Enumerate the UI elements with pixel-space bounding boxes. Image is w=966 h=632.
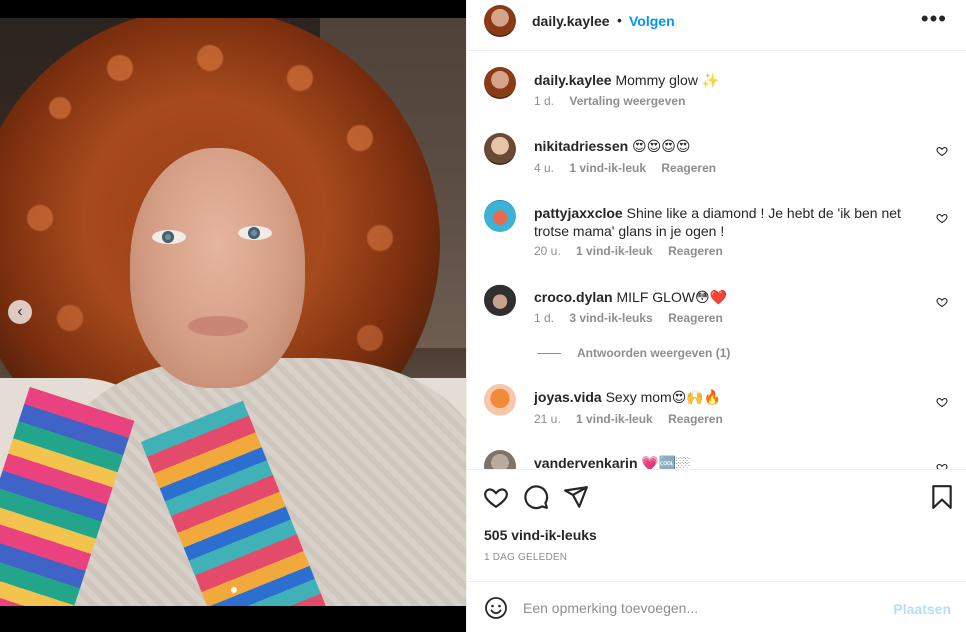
comment-likes[interactable]: 3 vind-ik-leuks (569, 311, 652, 325)
post-actions: 505 vind-ik-leuks 1 DAG GELEDEN (467, 469, 966, 581)
comments-list[interactable]: daily.kaylee Mommy glow ✨ 1 d. Vertaling… (467, 52, 966, 469)
avatar[interactable] (484, 67, 516, 99)
comment-input[interactable] (523, 594, 883, 622)
comment-composer: Plaatsen (467, 581, 966, 632)
reply-button[interactable]: Reageren (668, 244, 723, 258)
reply-button[interactable]: Reageren (668, 311, 723, 325)
heart-icon[interactable] (936, 462, 948, 469)
comment-time[interactable]: 21 u. (534, 412, 561, 426)
post-date[interactable]: 1 DAG GELEDEN (484, 552, 567, 563)
comment-meta: 21 u. 1 vind-ik-leuk Reageren (534, 412, 735, 426)
author-avatar[interactable] (484, 5, 516, 37)
comment-meta: 20 u. 1 vind-ik-leuk Reageren (534, 244, 735, 258)
heart-icon[interactable] (936, 396, 948, 408)
caption-username[interactable]: daily.kaylee (534, 72, 612, 88)
heart-icon[interactable] (936, 296, 948, 308)
comment-text: joyas.vida Sexy mom😍🙌🔥 (534, 388, 919, 406)
avatar[interactable] (484, 284, 516, 316)
comment-body: Sexy mom😍🙌🔥 (605, 389, 722, 405)
avatar[interactable] (484, 200, 516, 232)
comment-username[interactable]: joyas.vida (534, 389, 602, 405)
comment-time[interactable]: 4 u. (534, 161, 554, 175)
bookmark-icon[interactable] (929, 484, 955, 510)
caption-meta: 1 d. Vertaling weergeven (534, 94, 697, 108)
comment-username[interactable]: pattyjaxxcloe (534, 205, 623, 221)
reply-button[interactable]: Reageren (668, 412, 723, 426)
post-comment-button[interactable]: Plaatsen (893, 601, 951, 617)
carousel-indicator-dot (231, 587, 237, 593)
comment-body: 💗🆒🏼 (641, 455, 691, 469)
face (130, 148, 305, 388)
caption-text: daily.kaylee Mommy glow ✨ (534, 71, 919, 89)
heart-icon[interactable] (936, 212, 948, 224)
caption-time[interactable]: 1 d. (534, 94, 554, 108)
caption-body: Mommy glow ✨ (615, 72, 720, 88)
reply-button[interactable]: Reageren (661, 161, 716, 175)
comment-body: 😍😍😍😍 (632, 138, 691, 154)
view-replies-button[interactable]: Antwoorden weergeven (1) (537, 346, 730, 360)
avatar[interactable] (484, 133, 516, 165)
comment-time[interactable]: 20 u. (534, 244, 561, 258)
avatar[interactable] (484, 450, 516, 469)
comment-icon[interactable] (523, 484, 549, 510)
comment-text: vandervenkarin 💗🆒🏼 (534, 454, 919, 469)
post-photo (0, 18, 466, 606)
more-options-icon[interactable]: ••• (921, 6, 947, 32)
heart-icon[interactable] (483, 484, 509, 510)
comment-username[interactable]: croco.dylan (534, 289, 613, 305)
emoji-icon[interactable] (484, 596, 508, 620)
comment-likes[interactable]: 1 vind-ik-leuk (576, 412, 653, 426)
avatar[interactable] (484, 384, 516, 416)
post-side-panel: daily.kaylee • Volgen ••• daily.kaylee M… (466, 0, 966, 632)
post-header: daily.kaylee • Volgen ••• (467, 0, 966, 51)
likes-count[interactable]: 505 vind-ik-leuks (484, 527, 597, 543)
paper-plane-icon[interactable] (563, 484, 589, 510)
translate-link[interactable]: Vertaling weergeven (569, 94, 685, 108)
comment-likes[interactable]: 1 vind-ik-leuk (576, 244, 653, 258)
author-username[interactable]: daily.kaylee (532, 13, 610, 29)
comment-username[interactable]: nikitadriessen (534, 138, 628, 154)
carousel-prev-button[interactable]: ‹ (8, 300, 32, 324)
comment-time[interactable]: 1 d. (534, 311, 554, 325)
comment-username[interactable]: vandervenkarin (534, 455, 638, 469)
comment-likes[interactable]: 1 vind-ik-leuk (569, 161, 646, 175)
follow-button[interactable]: Volgen (629, 13, 675, 29)
comment-text: nikitadriessen 😍😍😍😍 (534, 137, 919, 155)
chevron-left-icon: ‹ (17, 303, 23, 320)
comment-body: MILF GLOW😳❤️ (616, 289, 728, 305)
comment-meta: 4 u. 1 vind-ik-leuk Reageren (534, 161, 728, 175)
comment-text: pattyjaxxcloe Shine like a diamond ! Je … (534, 204, 919, 240)
header-separator: • (617, 12, 622, 28)
post-media: ‹ (0, 0, 466, 632)
post-modal: ‹ daily.kaylee • Volgen ••• daily.kaylee… (0, 0, 966, 632)
comment-meta: 1 d. 3 vind-ik-leuks Reageren (534, 311, 735, 325)
heart-icon[interactable] (936, 145, 948, 157)
comment-text: croco.dylan MILF GLOW😳❤️ (534, 288, 919, 306)
